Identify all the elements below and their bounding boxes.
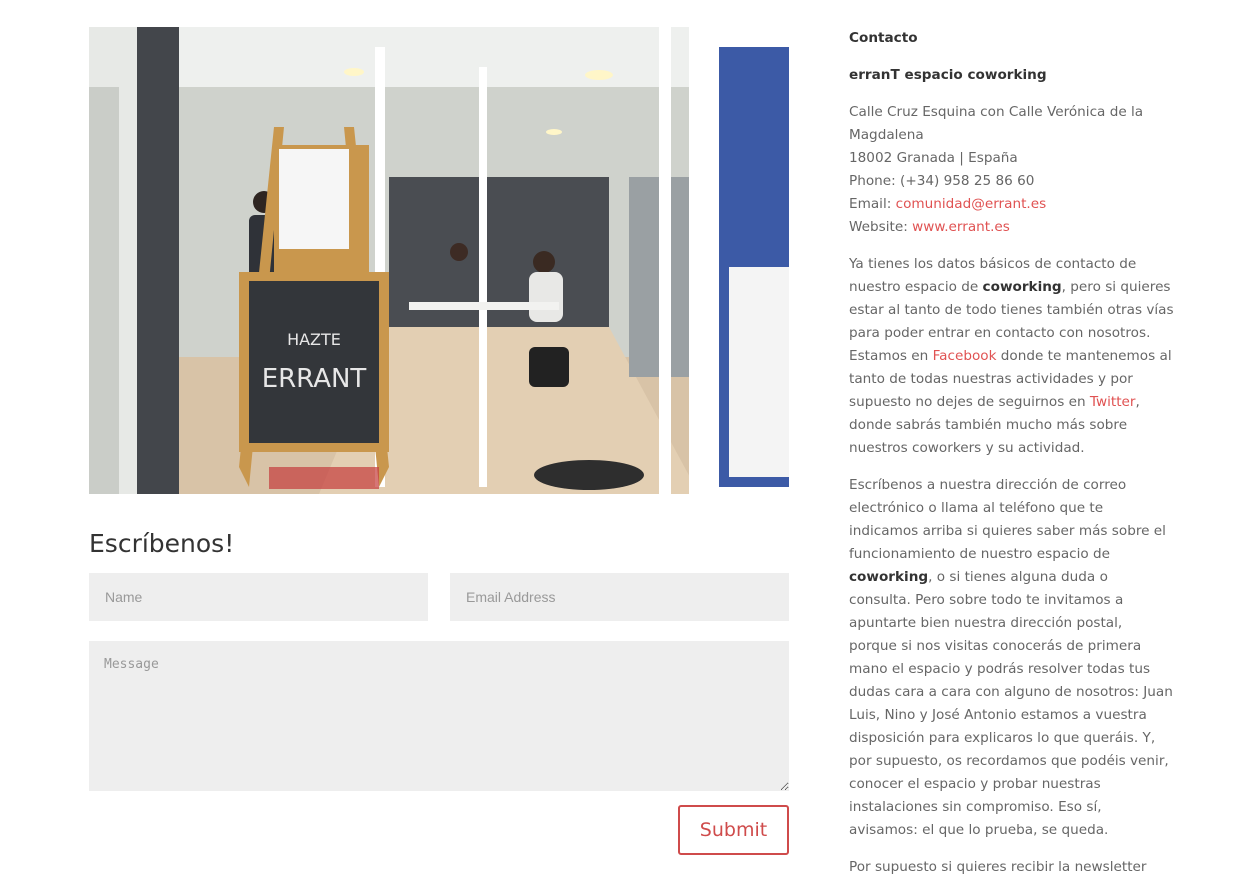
social-paragraph: Ya tienes los datos básicos de contacto … <box>849 253 1174 460</box>
facebook-link[interactable]: Facebook <box>933 348 997 364</box>
submit-row: Submit <box>89 805 789 855</box>
visit-bold-coworking: coworking <box>849 569 929 585</box>
newsletter-paragraph: Por supuesto si quieres recibir la newsl… <box>849 856 1174 879</box>
sidebar-heading: Contacto <box>849 30 918 46</box>
visit-text-1: Escríbenos a nuestra dirección de correo… <box>849 477 1166 562</box>
email-link[interactable]: comunidad@errant.es <box>896 196 1047 212</box>
photo-illustration: HAZTE ERRANT <box>89 27 789 494</box>
address-line-1: Calle Cruz Esquina con Calle Verónica de… <box>849 104 1144 143</box>
form-title: Escríbenos! <box>89 529 235 558</box>
contact-page: HAZTE ERRANT Escríbenos! Submit Contacto <box>0 0 1259 879</box>
visit-text-2: , o si tienes alguna duda o consulta. Pe… <box>849 569 1173 838</box>
email-line: Email: comunidad@errant.es <box>849 193 1174 216</box>
phone-text: Phone: (+34) 958 25 86 60 <box>849 173 1035 189</box>
website-label: Website: <box>849 219 913 235</box>
social-bold-coworking: coworking <box>982 279 1062 295</box>
sign-line-2: ERRANT <box>262 364 367 394</box>
newsletter-text-1: Por supuesto si quieres recibir la newsl… <box>849 859 1147 875</box>
submit-button[interactable]: Submit <box>678 805 789 855</box>
form-row-contact <box>89 573 789 621</box>
message-textarea[interactable] <box>89 641 789 791</box>
coworking-entrance-photo: HAZTE ERRANT <box>89 27 789 494</box>
website-link[interactable]: www.errant.es <box>912 219 1010 235</box>
email-input[interactable] <box>450 573 789 621</box>
email-label: Email: <box>849 196 896 212</box>
contact-form-column: HAZTE ERRANT Escríbenos! Submit <box>89 27 789 855</box>
website-line: Website: www.errant.es <box>849 216 1174 239</box>
contact-sidebar: Contacto erranT espacio coworking Calle … <box>849 27 1174 879</box>
company-name: erranT espacio coworking <box>849 67 1047 83</box>
visit-paragraph: Escríbenos a nuestra dirección de correo… <box>849 474 1174 842</box>
twitter-link[interactable]: Twitter <box>1090 394 1136 410</box>
sign-line-1: HAZTE <box>287 330 341 349</box>
address-line-2: 18002 Granada | España <box>849 150 1018 166</box>
contact-details: Calle Cruz Esquina con Calle Verónica de… <box>849 101 1174 239</box>
name-input[interactable] <box>89 573 428 621</box>
